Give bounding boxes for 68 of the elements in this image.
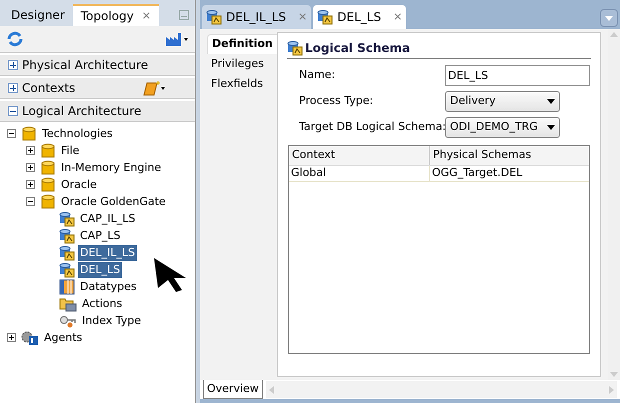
close-icon[interactable]: ×: [393, 8, 402, 26]
tree-item[interactable]: Index Type: [80, 312, 144, 328]
side-tab[interactable]: Flexfields: [207, 74, 277, 94]
database-icon: [40, 160, 56, 176]
accordion-header[interactable]: Contexts: [0, 78, 195, 99]
schema-icon: [59, 262, 75, 278]
tree-item[interactable]: Technologies: [40, 126, 115, 142]
schema-icon: [59, 228, 75, 244]
tree-item[interactable]: Datatypes: [78, 278, 139, 294]
schema-icon: [206, 9, 222, 25]
mouse-pointer-icon: [154, 258, 188, 292]
caret-icon: [547, 125, 555, 130]
accordion-header[interactable]: Physical Architecture: [0, 55, 195, 76]
side-tab[interactable]: Definition: [207, 34, 277, 54]
editor-tab[interactable]: DEL_IL_LS ×: [202, 5, 312, 29]
field-label: Name:: [299, 67, 336, 84]
tree-item[interactable]: In-Memory Engine: [59, 160, 164, 176]
column-header[interactable]: Physical Schemas: [430, 146, 589, 165]
collapse-icon[interactable]: [8, 106, 18, 116]
tree-item[interactable]: DEL_IL_LS: [78, 244, 138, 260]
database-icon: [40, 194, 56, 210]
caret-icon: [547, 99, 555, 104]
refresh-icon[interactable]: [6, 31, 24, 47]
database-icon: [40, 142, 56, 158]
schema-icon: [317, 9, 334, 25]
accordion-header[interactable]: Logical Architecture: [0, 101, 195, 122]
tree-item[interactable]: CAP_IL_LS: [78, 210, 138, 226]
tree-item[interactable]: Agents: [42, 330, 84, 346]
new-context-icon[interactable]: [143, 80, 167, 96]
tree-item[interactable]: DEL_LS: [78, 262, 122, 278]
agent-icon: [21, 330, 39, 346]
tab-list-button[interactable]: [600, 9, 618, 27]
factory-icon[interactable]: [165, 31, 189, 47]
expand-icon[interactable]: [26, 146, 34, 155]
expand-icon[interactable]: [6, 333, 16, 342]
panel-tab[interactable]: Topology ×: [72, 4, 159, 26]
bottom-tab[interactable]: Overview: [203, 380, 263, 399]
folder-icon: [59, 296, 77, 312]
schema-icon: [59, 210, 75, 226]
dropdown[interactable]: ODI_DEMO_TRG: [445, 117, 560, 138]
field-label: Process Type:: [299, 93, 374, 110]
database-icon: [21, 126, 37, 142]
column-header[interactable]: Context: [289, 146, 430, 165]
name-field[interactable]: DEL_LS: [445, 65, 590, 86]
tree-item[interactable]: File: [59, 142, 82, 158]
dropdown[interactable]: Delivery: [445, 91, 560, 112]
tree-item[interactable]: Oracle GoldenGate: [59, 194, 168, 210]
schema-icon: [59, 244, 75, 260]
expand-icon[interactable]: [8, 83, 18, 93]
schema-icon: [287, 40, 303, 56]
close-icon[interactable]: ×: [142, 8, 151, 24]
field-label: Target DB Logical Schema:: [299, 119, 445, 136]
expand-icon[interactable]: [26, 180, 34, 189]
table-cell-text: OGG_Target.DEL: [431, 166, 524, 181]
collapse-icon[interactable]: [26, 197, 34, 206]
section-title: Logical Schema: [305, 40, 410, 57]
side-tab[interactable]: Privileges: [207, 54, 277, 74]
expand-icon[interactable]: [8, 60, 18, 70]
tree-item[interactable]: CAP_LS: [78, 228, 122, 244]
editor-tab[interactable]: DEL_LS ×: [313, 5, 406, 29]
caret-icon: [605, 16, 613, 20]
collapse-icon[interactable]: [6, 129, 16, 138]
table-cell: Global: [289, 166, 430, 181]
table-icon: [59, 278, 75, 294]
tree-item[interactable]: Oracle: [59, 176, 99, 192]
expand-icon[interactable]: [26, 163, 34, 172]
tree-item[interactable]: Actions: [80, 296, 124, 312]
database-icon: [40, 176, 56, 192]
